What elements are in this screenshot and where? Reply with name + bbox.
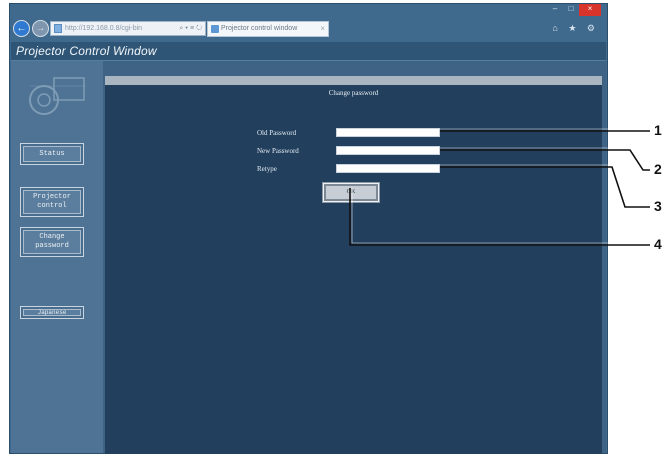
callout-1: 1 [654,122,662,138]
callout-3: 3 [654,198,662,214]
callout-2: 2 [654,161,662,177]
callout-4: 4 [654,236,662,252]
callout-lines [349,128,650,246]
